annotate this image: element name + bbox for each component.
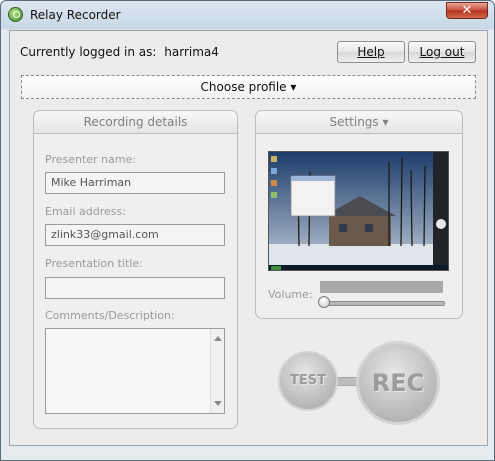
help-button[interactable]: Help	[337, 41, 405, 63]
record-button-label: REC	[371, 369, 425, 397]
presenter-name-field[interactable]: Mike Harriman	[45, 172, 225, 194]
settings-title: Settings	[329, 115, 379, 129]
help-button-label: Help	[357, 45, 385, 59]
logged-in-label: Currently logged in as:	[20, 45, 157, 59]
settings-header[interactable]: Settings ▾	[255, 110, 463, 134]
comments-textarea[interactable]	[45, 328, 225, 414]
record-button[interactable]: REC	[356, 341, 440, 425]
close-button[interactable]: ✕	[446, 2, 488, 19]
app-icon	[8, 7, 23, 22]
volume-meter	[320, 281, 443, 293]
comments-scrollbar[interactable]	[210, 329, 224, 413]
logout-button[interactable]: Log out	[408, 41, 476, 63]
test-button-label: TEST	[290, 373, 326, 388]
presenter-name-label: Presenter name:	[45, 153, 136, 166]
logout-button-label: Log out	[419, 45, 465, 59]
comments-label: Comments/Description:	[45, 309, 175, 322]
chevron-down-icon: ▾	[382, 115, 389, 129]
presentation-title-label: Presentation title:	[45, 257, 143, 270]
window-title: Relay Recorder	[30, 8, 121, 22]
email-field[interactable]: zlink33@gmail.com	[45, 224, 225, 246]
scroll-up-icon[interactable]	[214, 336, 222, 341]
close-icon: ✕	[461, 3, 473, 18]
username: harrima4	[164, 45, 219, 59]
login-status: Currently logged in as: harrima4	[20, 45, 219, 59]
volume-slider-thumb[interactable]	[318, 296, 330, 308]
chevron-down-icon: ▾	[290, 80, 297, 94]
recording-details-header: Recording details	[33, 110, 238, 134]
screen-preview	[268, 151, 449, 271]
preview-image	[269, 152, 448, 270]
scroll-down-icon[interactable]	[214, 401, 222, 406]
presentation-title-field[interactable]	[45, 277, 225, 299]
volume-slider-track[interactable]	[321, 301, 445, 306]
recorder-window: Relay Recorder ✕ Currently logged in as:…	[0, 0, 495, 461]
choose-profile-label: Choose profile	[200, 80, 287, 94]
recording-details-title: Recording details	[83, 115, 188, 129]
volume-label: Volume:	[268, 288, 313, 301]
test-button[interactable]: TEST	[278, 351, 338, 411]
choose-profile-dropdown[interactable]: Choose profile ▾	[21, 75, 476, 99]
email-label: Email address:	[45, 205, 126, 218]
title-bar[interactable]: Relay Recorder ✕	[1, 1, 494, 29]
